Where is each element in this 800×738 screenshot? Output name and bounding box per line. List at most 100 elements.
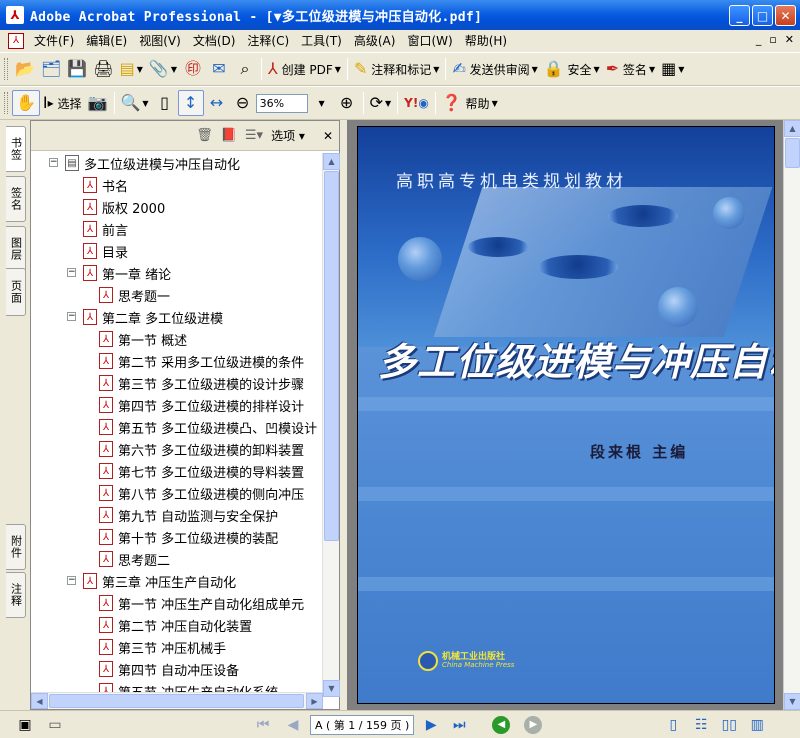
zoom-dropdown[interactable]: ▼ bbox=[308, 90, 334, 116]
bookmark-item[interactable]: ⅄ 第二节 采用多工位级进模的条件 bbox=[99, 351, 304, 371]
bookmark-item[interactable]: ⅄ 第一节 冲压生产自动化组成单元 bbox=[99, 593, 304, 613]
bookmark-item[interactable]: ⅄ 第六节 多工位级进模的卸料装置 bbox=[99, 439, 304, 459]
snapshot-button[interactable]: 📷 bbox=[85, 90, 111, 116]
close-button[interactable]: ✕ bbox=[775, 5, 796, 26]
scroll-thumb[interactable] bbox=[785, 138, 800, 168]
bookmark-item[interactable]: ⅄ 第四节 自动冲压设备 bbox=[99, 659, 239, 679]
new-bookmark-icon[interactable]: 📕 bbox=[221, 128, 237, 143]
scroll-down-icon[interactable]: ▼ bbox=[323, 680, 340, 697]
tab-layers[interactable]: 图层 bbox=[6, 226, 26, 272]
menu-help[interactable]: 帮助(H) bbox=[459, 32, 513, 49]
bookmark-item[interactable]: ⅄ 第七节 多工位级进模的导料装置 bbox=[99, 461, 304, 481]
panel-splitter[interactable] bbox=[340, 120, 347, 710]
menu-document[interactable]: 文档(D) bbox=[187, 32, 242, 49]
collapse-icon[interactable]: − bbox=[67, 268, 76, 277]
tab-pages[interactable]: 页面 bbox=[6, 268, 26, 316]
stamp-button[interactable]: ㊞ bbox=[180, 56, 206, 82]
next-view-icon[interactable]: ▶ bbox=[524, 715, 543, 734]
tab-attachments[interactable]: 附件 bbox=[6, 524, 26, 570]
scroll-right-icon[interactable]: ▶ bbox=[306, 693, 323, 709]
bookmark-item[interactable]: − ▤ 多工位级进模与冲压自动化 bbox=[49, 153, 240, 173]
bookmark-item[interactable]: ⅄ 前言 bbox=[83, 219, 128, 239]
organizer-button[interactable]: 🗂 bbox=[38, 56, 64, 82]
bookmark-item[interactable]: ⅄ 第四节 多工位级进模的排样设计 bbox=[99, 395, 304, 415]
bookmark-item[interactable]: ⅄ 第一节 概述 bbox=[99, 329, 187, 349]
single-page-icon[interactable]: ▯ bbox=[662, 715, 684, 735]
print-button[interactable]: 🖨 bbox=[90, 56, 116, 82]
bookmarks-close-button[interactable]: ✕ bbox=[323, 129, 333, 143]
toolbar-grip[interactable] bbox=[4, 92, 8, 114]
bookmark-item[interactable]: ⅄ 第三节 冲压机械手 bbox=[99, 637, 226, 657]
menu-tools[interactable]: 工具(T) bbox=[295, 32, 348, 49]
bookmark-item[interactable]: ⅄ 思考题一 bbox=[99, 285, 170, 305]
page-layout-icon[interactable]: ▭ bbox=[44, 715, 66, 735]
email-button[interactable]: ✉ bbox=[206, 56, 232, 82]
menu-window[interactable]: 窗口(W) bbox=[401, 32, 458, 49]
collapse-icon[interactable]: − bbox=[67, 312, 76, 321]
create-pdf-button[interactable]: ⅄ 创建 PDF ▼ bbox=[265, 56, 344, 82]
scroll-up-icon[interactable]: ▲ bbox=[784, 120, 800, 137]
scroll-down-icon[interactable]: ▼ bbox=[784, 693, 800, 710]
collapse-icon[interactable]: − bbox=[49, 158, 58, 167]
toolbar-grip[interactable] bbox=[4, 58, 8, 80]
tab-comments[interactable]: 注释 bbox=[6, 572, 26, 618]
options-menu[interactable]: 选项 ▾ bbox=[271, 127, 305, 144]
menu-comments[interactable]: 注释(C) bbox=[241, 32, 295, 49]
fit-width-button[interactable]: ↔ bbox=[204, 90, 230, 116]
bookmarks-horizontal-scrollbar[interactable]: ◀ ▶ bbox=[31, 692, 323, 709]
last-page-button[interactable]: ⏭ bbox=[448, 715, 470, 735]
save-button[interactable]: 💾 bbox=[64, 56, 90, 82]
view-mode-icon[interactable]: ▣ bbox=[14, 715, 36, 735]
tab-signatures[interactable]: 签名 bbox=[6, 176, 26, 222]
page-number-field[interactable]: A ( 第 1 / 159 页 ) bbox=[310, 714, 415, 735]
menu-file[interactable]: 文件(F) bbox=[28, 32, 80, 49]
rotate-button[interactable]: ⟳ ▼ bbox=[367, 90, 395, 116]
menu-edit[interactable]: 编辑(E) bbox=[80, 32, 133, 49]
sign-button[interactable]: ✒ 签名 ▼ bbox=[603, 56, 658, 82]
zoom-out-button[interactable]: ⊖ bbox=[230, 90, 256, 116]
bookmark-item[interactable]: ⅄ 书名 bbox=[83, 175, 128, 195]
forms-button[interactable]: ▦ ▼ bbox=[658, 56, 687, 82]
collapse-icon[interactable]: − bbox=[67, 576, 76, 585]
attach-button[interactable]: 📎 ▼ bbox=[146, 56, 180, 82]
bookmark-item[interactable]: ⅄ 第八节 多工位级进模的侧向冲压 bbox=[99, 483, 304, 503]
menu-view[interactable]: 视图(V) bbox=[133, 32, 187, 49]
expand-bookmark-icon[interactable]: ☰▾ bbox=[245, 128, 263, 143]
bookmark-item[interactable]: − ⅄ 第二章 多工位级进模 bbox=[67, 307, 223, 327]
tasks-button[interactable]: ▤ ▼ bbox=[117, 56, 146, 82]
menu-advanced[interactable]: 高级(A) bbox=[348, 32, 402, 49]
bookmark-item[interactable]: ⅄ 版权 2000 bbox=[83, 197, 165, 217]
bookmark-item[interactable]: ⅄ 第二节 冲压自动化装置 bbox=[99, 615, 252, 635]
document-icon[interactable]: ⅄ bbox=[8, 32, 24, 49]
document-vertical-scrollbar[interactable]: ▲ ▼ bbox=[783, 120, 800, 710]
yahoo-button[interactable]: Y! ◉ bbox=[401, 90, 432, 116]
actual-size-button[interactable]: ▯ bbox=[152, 90, 178, 116]
tab-bookmarks[interactable]: 书签 bbox=[6, 126, 26, 172]
zoom-input[interactable]: 36% bbox=[255, 93, 308, 113]
security-button[interactable]: 🔒 安全 ▼ bbox=[541, 56, 603, 82]
scroll-thumb[interactable] bbox=[324, 171, 339, 541]
scroll-left-icon[interactable]: ◀ bbox=[31, 693, 48, 709]
scroll-thumb[interactable] bbox=[49, 694, 304, 708]
bookmark-item[interactable]: ⅄ 第九节 自动监测与安全保护 bbox=[99, 505, 278, 525]
help-button[interactable]: ❓ 帮助 ▼ bbox=[439, 90, 501, 116]
continuous-icon[interactable]: ☷ bbox=[690, 715, 712, 735]
minimize-button[interactable]: _ bbox=[729, 5, 750, 26]
comment-markup-button[interactable]: ✎ 注释和标记 ▼ bbox=[351, 56, 442, 82]
next-page-button[interactable]: ▶ bbox=[420, 715, 442, 735]
scroll-up-icon[interactable]: ▲ bbox=[323, 153, 340, 170]
bookmark-item[interactable]: ⅄ 第五节 多工位级进模凸、凹模设计 bbox=[99, 417, 317, 437]
previous-page-button[interactable]: ◀ bbox=[282, 715, 304, 735]
maximize-button[interactable]: □ bbox=[752, 5, 773, 26]
open-button[interactable]: 📂 bbox=[12, 56, 38, 82]
document-view[interactable]: 高职高专机电类规划教材 多工位级进模与冲压自动化 段来根 主编 机械工业出版社 … bbox=[347, 120, 783, 710]
bookmark-item[interactable]: ⅄ 第三节 多工位级进模的设计步骤 bbox=[99, 373, 304, 393]
doc-minimize-button[interactable]: _ bbox=[756, 33, 762, 46]
zoom-tool-button[interactable]: 🔍 ▼ bbox=[118, 90, 152, 116]
zoom-in-button[interactable]: ⊕ bbox=[334, 90, 360, 116]
doc-restore-button[interactable]: ▫ bbox=[769, 33, 776, 46]
bookmark-item[interactable]: ⅄ 思考题二 bbox=[99, 549, 170, 569]
bookmark-item[interactable]: ⅄ 第十节 多工位级进模的装配 bbox=[99, 527, 278, 547]
bookmark-item[interactable]: ⅄ 目录 bbox=[83, 241, 128, 261]
first-page-button[interactable]: ⏮ bbox=[252, 715, 274, 735]
